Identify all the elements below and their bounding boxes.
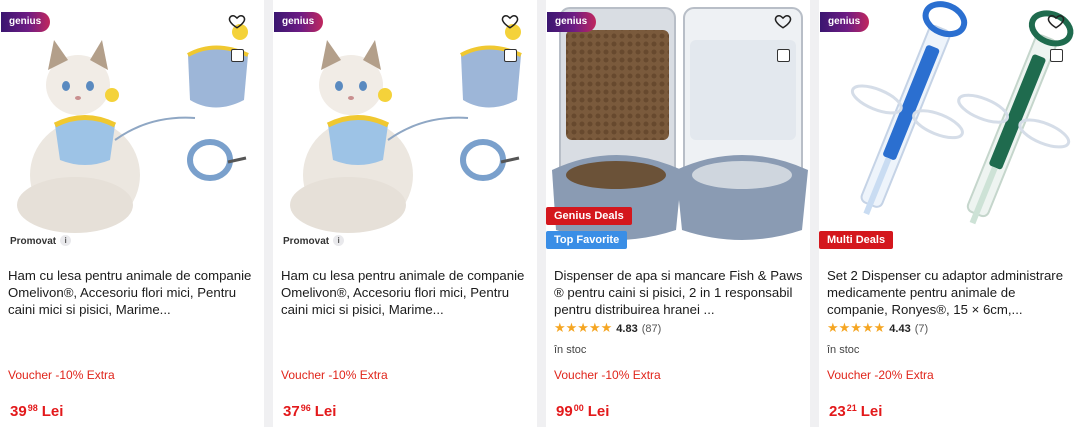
product-title[interactable]: Dispenser de apa si mancare Fish & Paws … [554,267,804,318]
price-integer: 99 [556,403,573,420]
stock-status: în stoc [827,344,860,356]
heart-icon[interactable] [228,12,246,30]
price-currency: Lei [860,403,883,420]
product-price: 2321 Lei [829,403,882,421]
promoted-text: Promovat [283,236,330,247]
price-decimals: 98 [27,403,38,413]
rating[interactable]: ★★★★★ 4.83 (87) [554,320,662,336]
multi-deals-badge: Multi Deals [819,231,894,249]
product-title[interactable]: Ham cu lesa pentru animale de companie O… [8,267,258,318]
compare-checkbox[interactable] [504,49,517,62]
price-integer: 39 [10,403,27,420]
stock-status: în stoc [554,344,587,356]
genius-badge: genius [1,12,51,32]
price-integer: 23 [829,403,846,420]
price-integer: 37 [283,403,300,420]
rating-count: (7) [914,323,929,335]
heart-icon[interactable] [1047,12,1065,30]
promoted-label: Promovat i [283,235,345,247]
genius-deals-badge: Genius Deals [546,207,632,225]
compare-checkbox[interactable] [777,49,790,62]
product-image[interactable] [273,0,537,256]
product-price: 3796 Lei [283,403,336,421]
heart-icon[interactable] [774,12,792,30]
product-image[interactable] [819,0,1080,256]
price-currency: Lei [314,403,337,420]
price-decimals: 21 [846,403,857,413]
product-grid: genius Promovat i Ham cu lesa pentru anim… [0,0,1080,427]
rating-score: 4.43 [889,323,911,335]
product-title[interactable]: Ham cu lesa pentru animale de companie O… [281,267,531,318]
product-card[interactable]: genius Promovat i Ham cu lesa pentru anim… [0,0,264,427]
product-price: 9900 Lei [556,403,609,421]
promoted-label: Promovat i [10,235,72,247]
star-icon: ★★★★★ [827,320,886,335]
price-decimals: 96 [300,403,311,413]
voucher-label: Voucher -10% Extra [8,368,115,382]
product-price: 3998 Lei [10,403,63,421]
genius-badge: genius [274,12,324,32]
info-icon[interactable]: i [333,235,345,246]
product-card[interactable]: genius Multi Deals Set 2 Dispenser cu ad… [819,0,1080,427]
product-card[interactable]: genius Promovat i Ham cu lesa pentru anim… [273,0,537,427]
rating-count: (87) [641,323,662,335]
compare-checkbox[interactable] [231,49,244,62]
rating-score: 4.83 [616,323,638,335]
info-icon[interactable]: i [60,235,72,246]
rating[interactable]: ★★★★★ 4.43 (7) [827,320,929,336]
top-favorite-badge: Top Favorite [546,231,628,249]
heart-icon[interactable] [501,12,519,30]
price-currency: Lei [587,403,610,420]
voucher-label: Voucher -10% Extra [281,368,388,382]
genius-badge: genius [820,12,870,32]
voucher-label: Voucher -10% Extra [554,368,661,382]
genius-badge: genius [547,12,597,32]
price-currency: Lei [41,403,64,420]
star-icon: ★★★★★ [554,320,613,335]
product-card[interactable]: genius Genius Deals Top Favorite Dispens… [546,0,810,427]
promoted-text: Promovat [10,236,57,247]
price-decimals: 00 [573,403,584,413]
product-image[interactable] [0,0,264,256]
compare-checkbox[interactable] [1050,49,1063,62]
product-title[interactable]: Set 2 Dispenser cu adaptor administrare … [827,267,1077,318]
voucher-label: Voucher -20% Extra [827,368,934,382]
